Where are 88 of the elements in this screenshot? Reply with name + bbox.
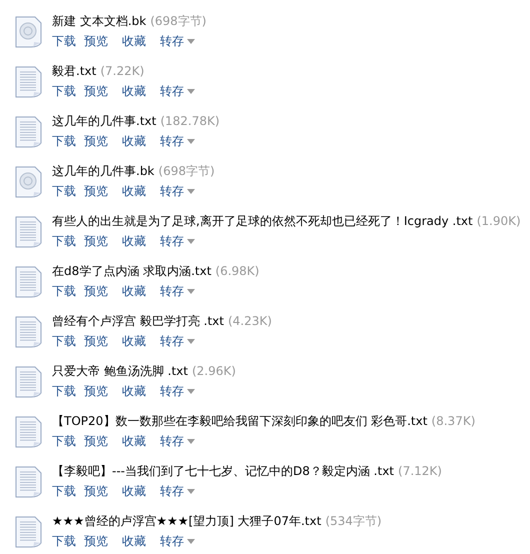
preview-link[interactable]: 预览 xyxy=(84,532,122,550)
preview-link[interactable]: 预览 xyxy=(84,32,122,50)
file-name: 【TOP20】数一数那些在李毅吧给我留下深刻印象的吧友们 彩色哥.txt xyxy=(52,414,428,428)
save-to-link[interactable]: 转存 xyxy=(160,182,195,200)
file-name: ★★★曾经的卢浮宫★★★[望力顶] 大狸子07年.txt xyxy=(52,514,322,528)
favorite-link[interactable]: 收藏 xyxy=(122,82,160,100)
favorite-link[interactable]: 收藏 xyxy=(122,482,160,500)
save-to-link[interactable]: 转存 xyxy=(160,432,195,450)
caret-icon xyxy=(187,388,195,394)
preview-link[interactable]: 预览 xyxy=(84,482,122,500)
save-to-link[interactable]: 转存 xyxy=(160,332,195,350)
download-link[interactable]: 下载 xyxy=(52,32,84,50)
text-file-icon xyxy=(14,516,42,548)
file-size: (7.22K) xyxy=(100,64,144,78)
file-name: 这几年的几件事.txt xyxy=(52,114,156,128)
file-size: (698字节) xyxy=(150,14,206,28)
caret-icon xyxy=(187,538,195,544)
file-name: 毅君.txt xyxy=(52,64,96,78)
favorite-link[interactable]: 收藏 xyxy=(122,532,160,550)
download-link[interactable]: 下载 xyxy=(52,432,84,450)
caret-icon xyxy=(187,188,195,194)
caret-icon xyxy=(187,138,195,144)
save-to-link[interactable]: 转存 xyxy=(160,232,195,250)
file-name: 这几年的几件事.bk xyxy=(52,164,154,178)
save-to-link[interactable]: 转存 xyxy=(160,32,195,50)
caret-icon xyxy=(187,488,195,494)
download-link[interactable]: 下载 xyxy=(52,282,84,300)
save-to-link[interactable]: 转存 xyxy=(160,382,195,400)
preview-link[interactable]: 预览 xyxy=(84,332,122,350)
favorite-link[interactable]: 收藏 xyxy=(122,382,160,400)
file-size: (7.12K) xyxy=(398,464,442,478)
text-file-icon xyxy=(14,266,42,298)
file-name: 在d8学了点内涵 求取内涵.txt xyxy=(52,264,212,278)
preview-link[interactable]: 预览 xyxy=(84,132,122,150)
file-name: 【李毅吧】---当我们到了七十七岁、记忆中的D8？毅定内涵 .txt xyxy=(52,464,394,478)
file-name: 新建 文本文档.bk xyxy=(52,14,146,28)
caret-icon xyxy=(187,238,195,244)
download-link[interactable]: 下载 xyxy=(52,82,84,100)
download-link[interactable]: 下载 xyxy=(52,382,84,400)
preview-link[interactable]: 预览 xyxy=(84,432,122,450)
text-file-icon xyxy=(14,416,42,448)
caret-icon xyxy=(187,338,195,344)
preview-link[interactable]: 预览 xyxy=(84,182,122,200)
file-size: (4.23K) xyxy=(228,314,272,328)
download-link[interactable]: 下载 xyxy=(52,132,84,150)
favorite-link[interactable]: 收藏 xyxy=(122,32,160,50)
favorite-link[interactable]: 收藏 xyxy=(122,332,160,350)
caret-icon xyxy=(187,288,195,294)
caret-icon xyxy=(187,38,195,44)
caret-icon xyxy=(187,88,195,94)
file-size: (1.90K) xyxy=(476,214,521,228)
file-size: (2.96K) xyxy=(192,364,236,378)
preview-link[interactable]: 预览 xyxy=(84,232,122,250)
text-file-icon xyxy=(14,66,42,98)
text-file-icon xyxy=(14,466,42,498)
file-size: (6.98K) xyxy=(215,264,260,278)
favorite-link[interactable]: 收藏 xyxy=(122,432,160,450)
file-name: 曾经有个卢浮宫 毅巴学打亮 .txt xyxy=(52,314,224,328)
download-link[interactable]: 下载 xyxy=(52,232,84,250)
text-file-icon xyxy=(14,216,42,248)
file-size: (182.78K) xyxy=(160,114,220,128)
save-to-link[interactable]: 转存 xyxy=(160,532,195,550)
file-name: 有些人的出生就是为了足球,离开了足球的依然不死却也已经死了！Icgrady .txt xyxy=(52,214,473,228)
favorite-link[interactable]: 收藏 xyxy=(122,232,160,250)
save-to-link[interactable]: 转存 xyxy=(160,82,195,100)
text-file-icon xyxy=(14,366,42,398)
favorite-link[interactable]: 收藏 xyxy=(122,182,160,200)
favorite-link[interactable]: 收藏 xyxy=(122,132,160,150)
text-file-icon xyxy=(14,116,42,148)
download-link[interactable]: 下载 xyxy=(52,332,84,350)
caret-icon xyxy=(187,438,195,444)
favorite-link[interactable]: 收藏 xyxy=(122,282,160,300)
preview-link[interactable]: 预览 xyxy=(84,382,122,400)
preview-link[interactable]: 预览 xyxy=(84,282,122,300)
bk-file-icon xyxy=(14,16,42,48)
file-name: 只爱大帝 鲍鱼汤洗脚 .txt xyxy=(52,364,188,378)
text-file-icon xyxy=(14,316,42,348)
file-size: (534字节) xyxy=(325,514,382,528)
file-size: (698字节) xyxy=(158,164,215,178)
save-to-link[interactable]: 转存 xyxy=(160,132,195,150)
download-link[interactable]: 下载 xyxy=(52,482,84,500)
download-link[interactable]: 下载 xyxy=(52,532,84,550)
save-to-link[interactable]: 转存 xyxy=(160,282,195,300)
bk-file-icon xyxy=(14,166,42,198)
download-link[interactable]: 下载 xyxy=(52,182,84,200)
save-to-link[interactable]: 转存 xyxy=(160,482,195,500)
preview-link[interactable]: 预览 xyxy=(84,82,122,100)
file-size: (8.37K) xyxy=(431,414,476,428)
